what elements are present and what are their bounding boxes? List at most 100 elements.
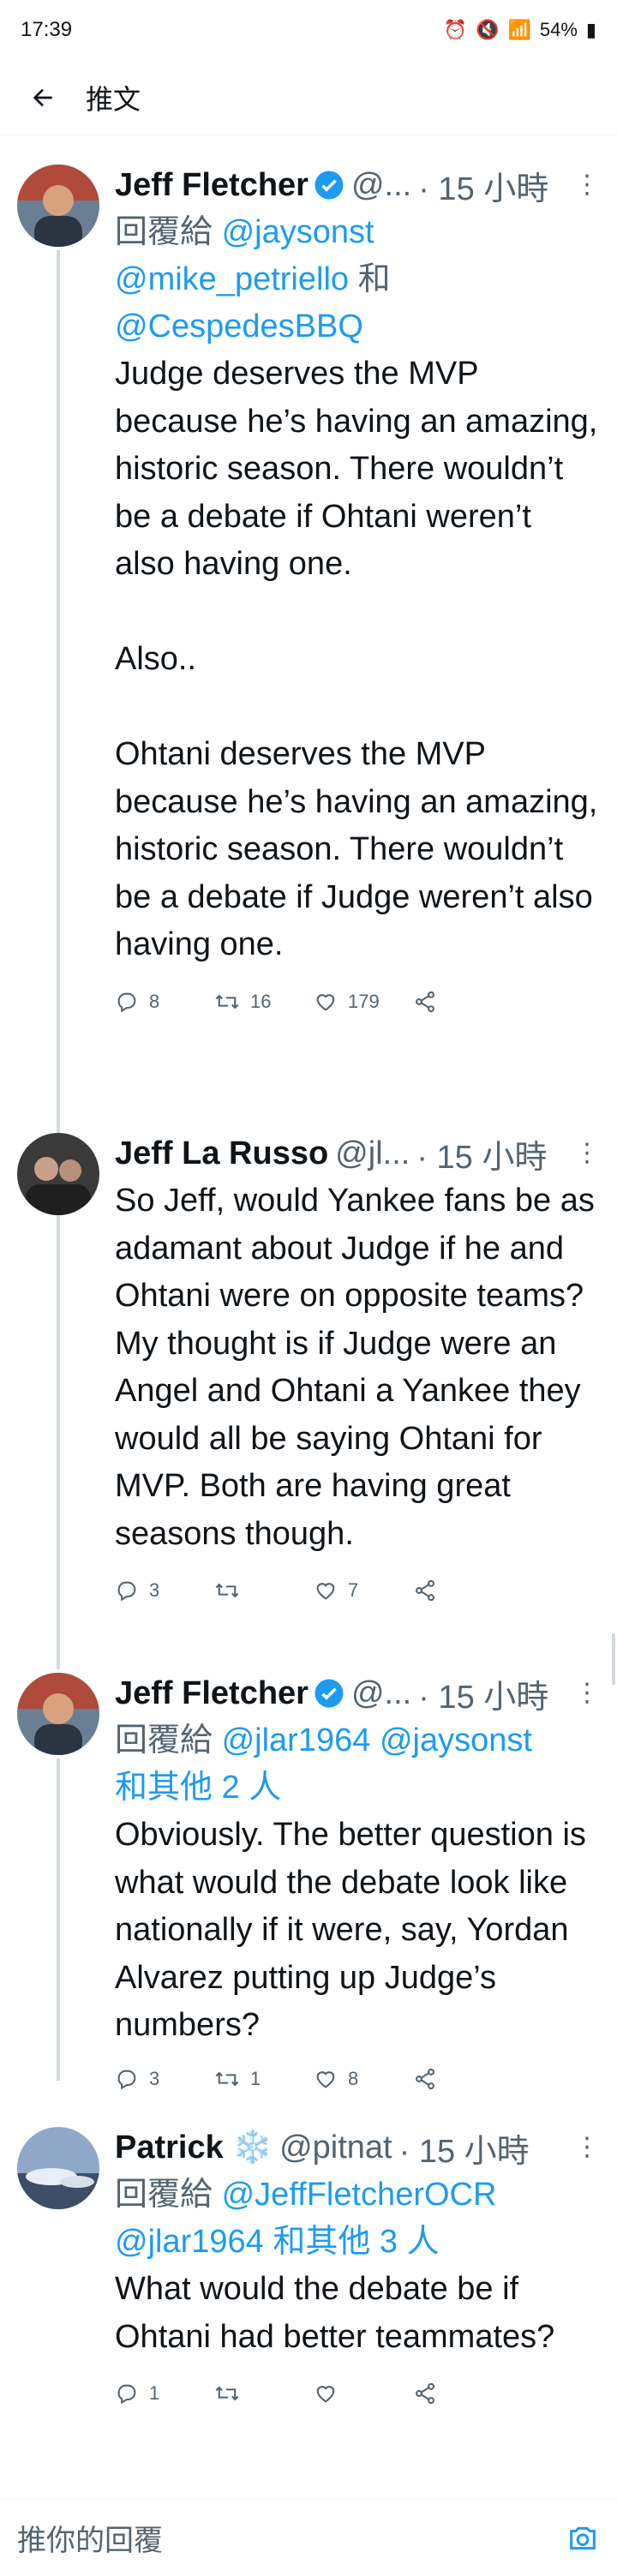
tweet-body: Obviously. The better question is what w…: [115, 1817, 586, 2043]
retweet-button[interactable]: 16: [214, 990, 314, 1014]
mention-link[interactable]: @jlar1964: [115, 2224, 264, 2260]
tweet-header: Jeff La Russo @jl... · 15 小時: [115, 1129, 600, 1177]
tweet-time[interactable]: · 15 小時: [418, 1670, 548, 1717]
author-handle[interactable]: @...: [351, 1675, 411, 1712]
mention-link[interactable]: @jaysonst: [380, 1722, 532, 1758]
avatar-image: [17, 1133, 99, 1215]
reply-button[interactable]: 8: [115, 990, 214, 1014]
status-bar: 17:39 ⏰ 🔇 📶 54% ▮: [0, 0, 617, 60]
mention-link[interactable]: @CespedesBBQ: [115, 309, 363, 344]
mention-link[interactable]: @jaysonst: [222, 214, 374, 250]
mention-link[interactable]: @jlar1964: [222, 1722, 371, 1758]
retweet-icon: [215, 2386, 239, 2401]
tweet-actions: 3 1 8: [115, 2053, 600, 2105]
avatar-image: [17, 1673, 99, 1755]
like-icon: [316, 2070, 335, 2088]
retweet-count: 16: [250, 990, 272, 1012]
share-button[interactable]: [413, 2067, 512, 2091]
others-link[interactable]: 和其他 3 人: [273, 2224, 439, 2260]
reply-count: 3: [149, 1579, 160, 1601]
like-button[interactable]: 8: [314, 2067, 413, 2091]
like-count: 7: [348, 1579, 359, 1601]
share-button[interactable]: [413, 2381, 512, 2405]
wifi-icon: 📶: [507, 19, 531, 40]
tweet-body: What would the debate be if Ohtani had b…: [115, 2271, 555, 2355]
tweet-time[interactable]: · 15 小時: [418, 162, 548, 209]
mention-link[interactable]: @JeffFletcherOCR: [222, 2177, 497, 2213]
back-arrow-icon: [33, 88, 52, 106]
scroll-indicator[interactable]: [612, 1633, 615, 1685]
mention-link[interactable]: @mike_petriello: [115, 261, 349, 297]
reply-icon: [117, 2384, 136, 2405]
reply-and: 和: [357, 261, 391, 297]
like-count: 179: [348, 990, 380, 1012]
page-title: 推文: [86, 83, 141, 115]
tweet-time[interactable]: · 15 小時: [399, 2124, 530, 2172]
battery-icon: ▮: [585, 19, 596, 40]
status-icons: ⏰ 🔇 📶 54% ▮: [444, 19, 596, 41]
like-button[interactable]: 7: [314, 1579, 413, 1603]
reply-prefix: 回覆給: [115, 2177, 213, 2213]
alarm-icon: ⏰: [443, 19, 468, 40]
more-icon[interactable]: ⋮: [574, 170, 600, 200]
retweet-icon: [215, 1583, 239, 1598]
tweet-header: Jeff Fletcher @... · 15 小時: [115, 161, 600, 209]
reply-button[interactable]: 1: [115, 2381, 214, 2405]
avatar-image: [17, 2127, 99, 2209]
author-handle[interactable]: @...: [351, 167, 411, 204]
like-button[interactable]: 179: [314, 990, 413, 1014]
more-icon[interactable]: ⋮: [574, 2132, 600, 2162]
share-icon: [416, 1579, 434, 1602]
reply-count: 1: [149, 2382, 160, 2404]
avatar[interactable]: [17, 2127, 99, 2209]
tweet-header: Patrick ❄️ @pitnat · 15 小時: [115, 2124, 600, 2172]
reply-composer[interactable]: 推你的回覆: [0, 2499, 617, 2576]
avatar[interactable]: [17, 165, 99, 247]
retweet-button[interactable]: [214, 1579, 314, 1603]
back-button[interactable]: [0, 60, 86, 135]
camera-icon[interactable]: [566, 2521, 600, 2555]
tweet-body: Judge deserves the MVP because he’s havi…: [115, 356, 598, 962]
avatar[interactable]: [17, 1673, 99, 1755]
retweet-button[interactable]: 1: [214, 2067, 314, 2091]
reply-icon: [117, 992, 136, 1012]
tweet-header: Jeff Fletcher @... · 15 小時: [115, 1669, 600, 1717]
reply-button[interactable]: 3: [115, 2067, 214, 2091]
author-handle[interactable]: @jl...: [335, 1135, 410, 1172]
tweet-body: So Jeff, would Yankee fans be as adamant…: [115, 1183, 595, 1552]
like-icon: [316, 1583, 335, 1600]
reply-prefix: 回覆給: [115, 214, 213, 250]
like-count: 8: [348, 2067, 359, 2089]
reply-input[interactable]: 推你的回覆: [17, 2517, 163, 2559]
author-handle[interactable]: @pitnat: [279, 2130, 392, 2166]
share-icon: [416, 991, 434, 1012]
share-button[interactable]: [413, 990, 512, 1014]
like-button[interactable]: [314, 2381, 413, 2405]
reply-icon: [117, 2070, 136, 2089]
avatar-image: [17, 165, 99, 247]
tweet-time[interactable]: · 15 小時: [416, 1130, 547, 1177]
reply-count: 3: [149, 2067, 160, 2089]
reply-icon: [117, 1581, 136, 1602]
share-button[interactable]: [413, 1579, 512, 1603]
reply-to: 回覆給 @JeffFletcherOCR @jlar1964 和其他 3 人: [115, 2172, 600, 2266]
avatar[interactable]: [17, 1133, 99, 1215]
reply-to: 回覆給 @jlar1964 @jaysonst 和其他 2 人: [115, 1717, 600, 1812]
author-name[interactable]: Jeff Fletcher: [115, 1675, 308, 1712]
author-name[interactable]: Jeff Fletcher: [115, 167, 308, 204]
retweet-button[interactable]: [214, 2381, 314, 2405]
share-icon: [416, 2068, 434, 2089]
retweet-count: 1: [250, 2067, 261, 2089]
retweet-icon: [215, 2071, 239, 2086]
others-link[interactable]: 和其他 2 人: [115, 1770, 281, 1806]
author-name[interactable]: Patrick: [115, 2130, 224, 2166]
verified-badge-icon: [314, 1679, 344, 1708]
author-name[interactable]: Jeff La Russo: [115, 1135, 328, 1172]
tweet-actions: 8 16 179: [115, 976, 600, 1027]
battery-label: 54%: [539, 19, 578, 40]
more-icon[interactable]: ⋮: [574, 1138, 600, 1168]
reply-button[interactable]: 3: [115, 1579, 214, 1603]
more-icon[interactable]: ⋮: [574, 1678, 600, 1708]
thread-line: [57, 1219, 60, 1669]
mute-icon: 🔇: [476, 19, 500, 40]
